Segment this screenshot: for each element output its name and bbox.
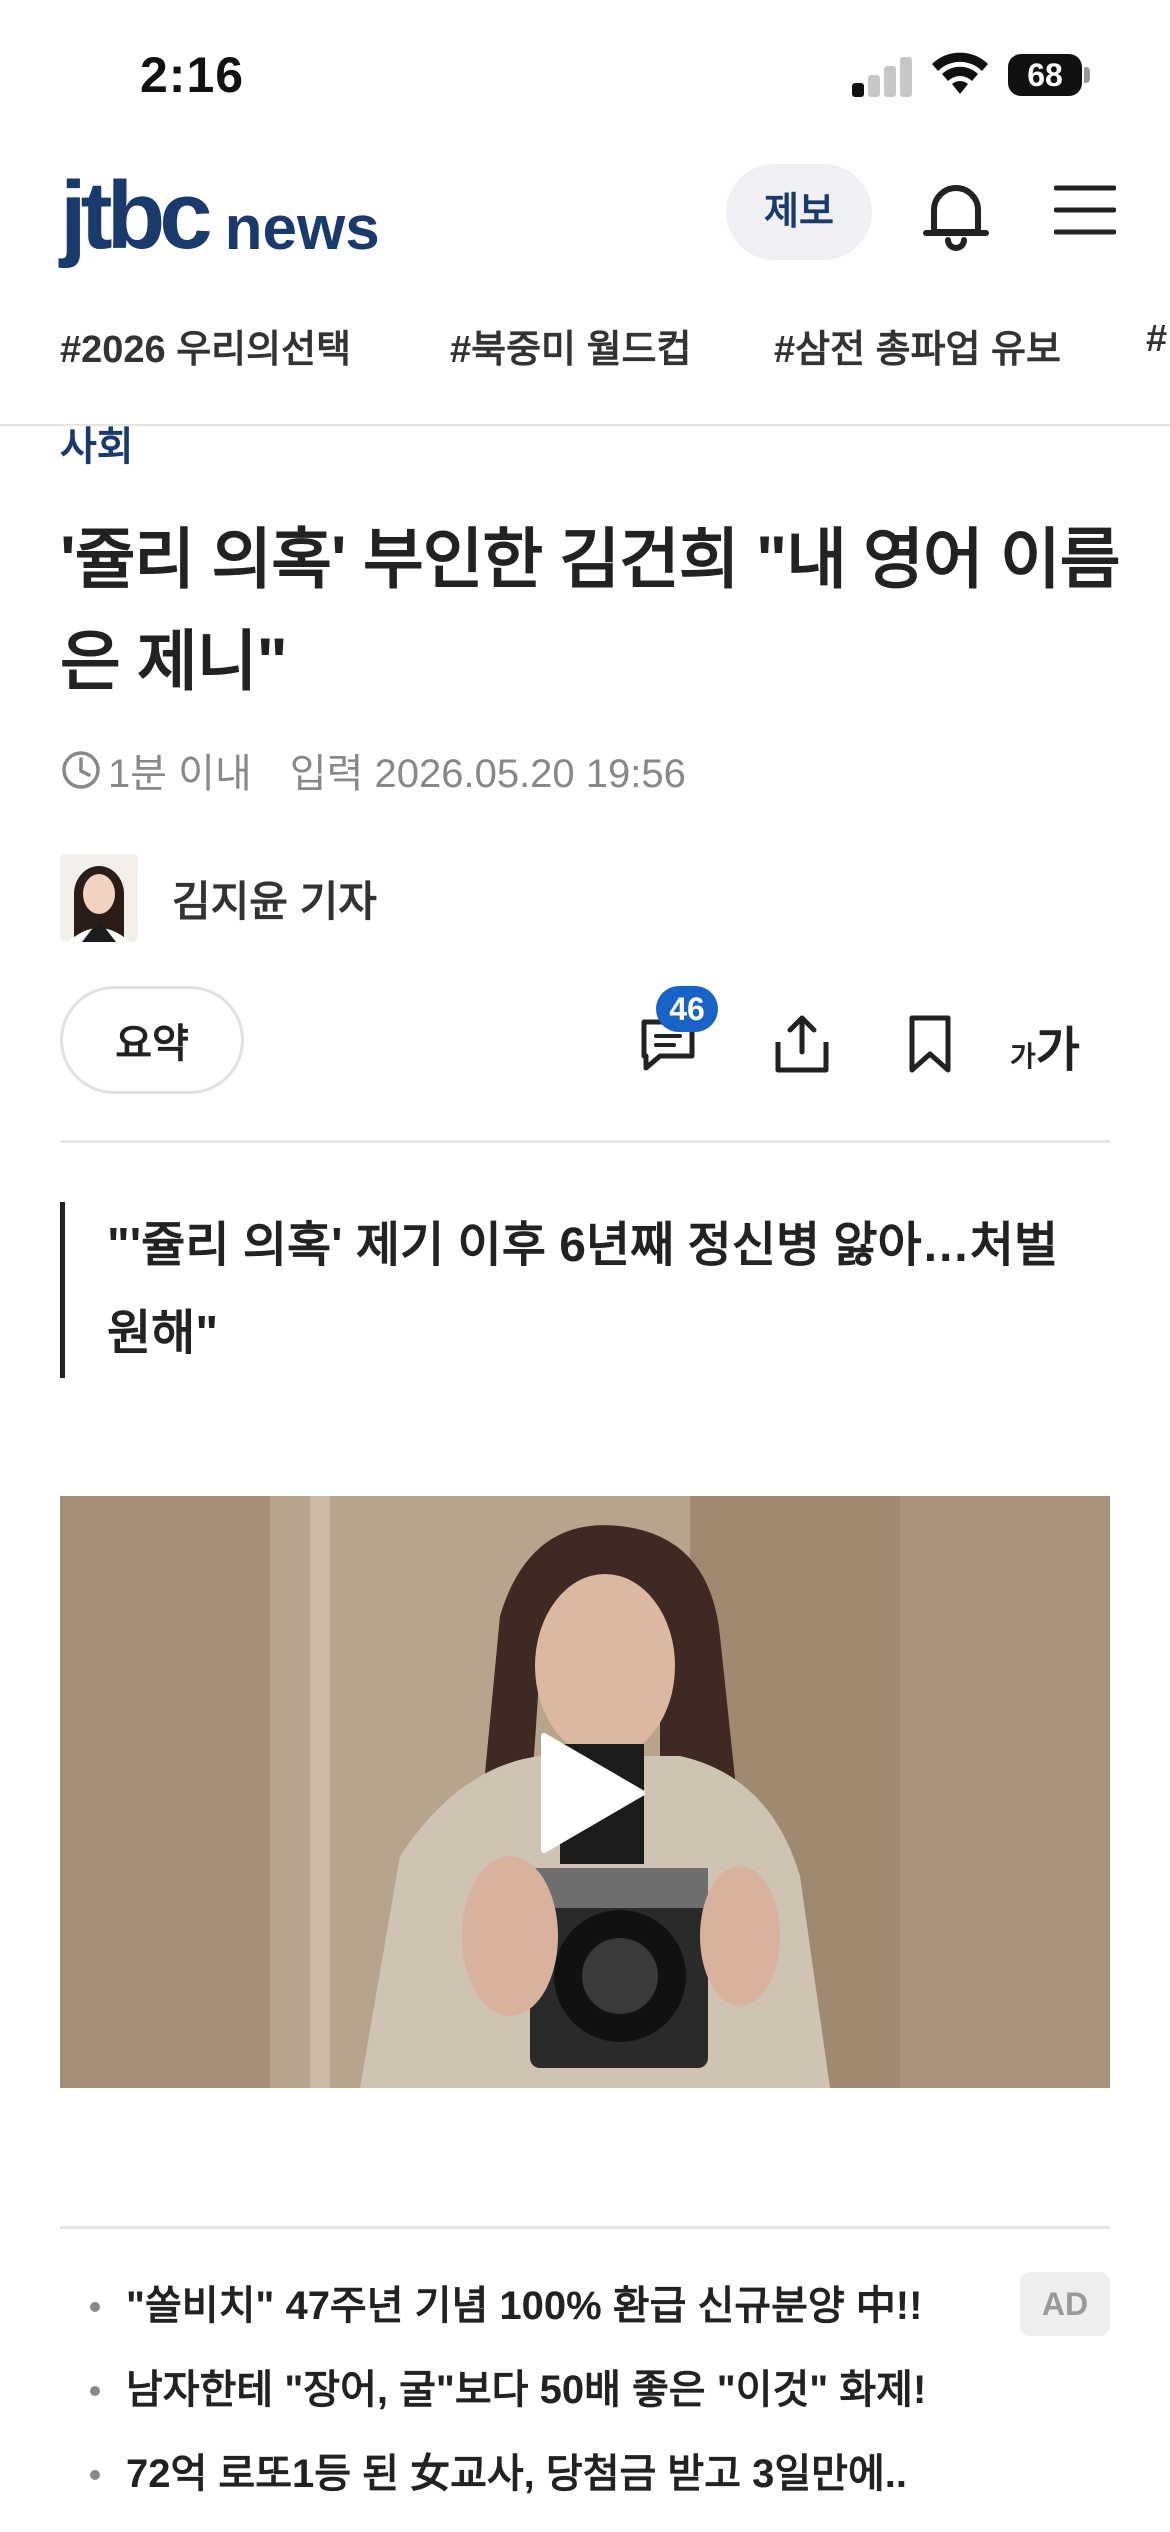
reporter-avatar [60,854,138,942]
logo-suffix: news [224,194,380,263]
divider [60,2226,1110,2229]
status-time: 2:16 [140,47,245,103]
hashtag-bar: #2026 우리의선택 #북중미 월드컵 #삼전 총파업 유보 # [0,318,1170,394]
battery-icon: 68 [1008,54,1090,96]
published-date: 입력 2026.05.20 19:56 [289,752,686,796]
bell-icon[interactable] [920,176,992,252]
ad-link[interactable]: "쏠비치" 47주년 기념 100% 환급 신규분양 中!! [60,2264,1110,2348]
jtbc-news-logo[interactable]: jtbc news [60,162,380,269]
hashtag-item[interactable]: # [1146,318,1167,361]
bookmark-icon[interactable] [900,1014,960,1074]
reporter[interactable]: 김지윤 기자 [60,848,377,948]
wifi-icon [932,52,988,94]
read-time: 1분 이내 [108,752,252,796]
site-header: jtbc news 제보 [0,150,1170,280]
hashtag-item[interactable]: #북중미 월드컵 [450,318,691,373]
play-icon[interactable] [530,1728,650,1858]
clock-icon [62,751,100,789]
hamburger-menu-icon[interactable] [1054,182,1116,238]
cellular-signal-icon [852,55,914,97]
ad-badge[interactable]: AD [1020,2272,1110,2336]
font-size-button[interactable]: 가가 [1010,1010,1080,1080]
battery-level: 68 [1008,54,1082,96]
ad-link[interactable]: 남자한테 "장어, 굴"보다 50배 좋은 "이것" 화제! [60,2348,1110,2432]
hashtag-item[interactable]: #삼전 총파업 유보 [774,318,1061,373]
divider [0,424,1170,426]
font-size-small-glyph: 가 [1010,1041,1036,1072]
section-label[interactable]: 사회 [60,414,134,472]
article-headline: '쥴리 의혹' 부인한 김건희 "내 영어 이름은 제니" [60,522,1121,698]
article-subheading-quote: "'쥴리 의혹' 제기 이후 6년째 정신병 앓아…처벌 원해" [60,1202,1110,1378]
status-bar: 2:16 68 [0,0,1170,150]
ad-link-list: "쏠비치" 47주년 기념 100% 환급 신규분양 中!! 남자한테 "장어,… [60,2264,1110,2516]
comment-count-badge: 46 [656,986,718,1032]
ad-link[interactable]: 72억 로또1등 된 女교사, 당첨금 받고 3일만에.. [60,2432,1110,2516]
article-toolbar: 요약 46 가가 [60,986,1110,1096]
tip-button[interactable]: 제보 [726,164,872,260]
article-meta: 1분 이내 입력 2026.05.20 19:56 [60,742,686,798]
font-size-big-glyph: 가 [1035,1024,1080,1077]
share-icon[interactable] [772,1014,832,1074]
reporter-name: 김지윤 기자 [172,877,377,925]
hashtag-item[interactable]: #2026 우리의선택 [60,318,351,373]
video-player[interactable] [60,1496,1110,2088]
summary-button[interactable]: 요약 [60,986,244,1094]
logo-brand: jtbc [60,162,213,269]
divider [60,1140,1110,1143]
